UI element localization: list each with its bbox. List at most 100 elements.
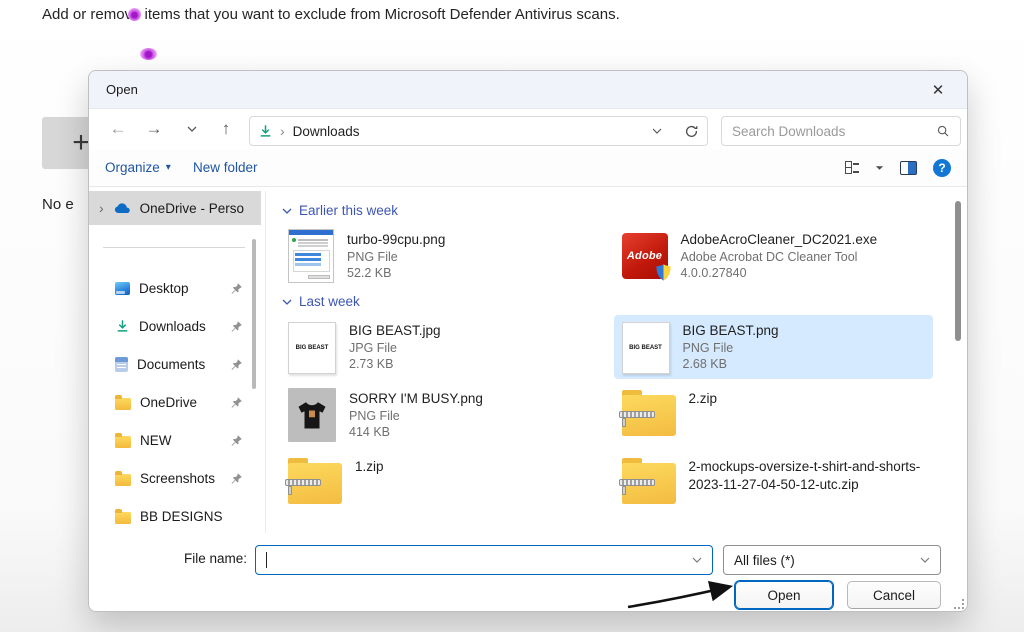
file-size-text: 2.68 KB	[683, 356, 779, 373]
organize-label: Organize	[105, 160, 160, 175]
file-name-text: 2.zip	[689, 390, 718, 408]
pin-icon	[230, 434, 243, 447]
refresh-icon[interactable]	[684, 124, 699, 139]
organize-caret-icon: ▾	[166, 162, 171, 173]
view-controls: ?	[845, 149, 951, 186]
search-icon	[936, 124, 950, 138]
folder-icon	[115, 512, 131, 524]
folder-icon	[115, 474, 131, 486]
sidebar-item-onedrive[interactable]: OneDrive	[99, 387, 251, 417]
file-name-text: 1.zip	[355, 458, 384, 476]
file-name-input[interactable]	[255, 545, 713, 575]
file-list: Earlier this week turbo-99cpu.pngPNG File…	[265, 191, 951, 533]
file-name-text: SORRY I'M BUSY.png	[349, 390, 483, 408]
sidebar-item-documents[interactable]: Documents	[99, 349, 251, 379]
sidebar-item-desktop[interactable]: Desktop	[99, 273, 251, 303]
help-icon[interactable]: ?	[933, 159, 951, 177]
address-bar[interactable]: › Downloads	[249, 116, 708, 146]
organize-button[interactable]: Organize ▾	[105, 149, 171, 186]
forward-button[interactable]: →	[139, 115, 169, 143]
file-item[interactable]: 2-mockups-oversize-t-shirt-and-shorts-20…	[614, 451, 934, 515]
sidebar-item-new[interactable]: NEW	[99, 425, 251, 455]
group-label: Earlier this week	[299, 203, 398, 218]
onedrive-cloud-icon	[112, 202, 132, 215]
breadcrumb-location[interactable]: Downloads	[293, 124, 360, 139]
close-icon: ✕	[932, 81, 945, 99]
new-folder-button[interactable]: New folder	[193, 149, 258, 186]
file-type-text: PNG File	[683, 340, 779, 357]
file-item[interactable]: AdobeAdobeAcroCleaner_DC2021.exeAdobe Ac…	[614, 224, 934, 288]
view-options-icon[interactable]	[845, 161, 859, 174]
close-button[interactable]: ✕	[917, 74, 959, 106]
file-thumbnail-image: BIG BEAST	[622, 322, 670, 374]
file-thumbnail-adobe: Adobe	[622, 233, 668, 279]
file-item[interactable]: 1.zip	[280, 451, 600, 515]
page-description: Add or remove items that you want to exc…	[42, 6, 620, 23]
sidebar-item-label: BB DESIGNS	[140, 509, 223, 524]
recent-locations-button[interactable]	[177, 115, 207, 143]
file-item[interactable]: BIG BEASTBIG BEAST.jpgJPG File2.73 KB	[280, 315, 600, 379]
file-type-text: JPG File	[349, 340, 441, 357]
text-caret	[266, 552, 267, 568]
new-folder-label: New folder	[193, 160, 258, 175]
sidebar-item-onedrive-personal[interactable]: › OneDrive - Perso	[89, 191, 261, 225]
search-input[interactable]	[732, 124, 936, 139]
pin-icon	[230, 472, 243, 485]
file-type-text: PNG File	[347, 249, 445, 266]
up-button[interactable]: ↑	[211, 115, 241, 143]
pin-icon	[230, 358, 243, 371]
view-caret-icon[interactable]	[875, 165, 884, 171]
back-icon: ←	[110, 119, 127, 139]
navigation-sidebar: › OneDrive - Perso Desktop Downloads Docum…	[89, 187, 261, 533]
group-header[interactable]: Earlier this week	[282, 203, 933, 218]
file-item[interactable]: turbo-99cpu.pngPNG File52.2 KB	[280, 224, 600, 288]
sidebar-item-label: Downloads	[139, 319, 206, 334]
sidebar-item-label: Desktop	[139, 281, 189, 296]
group-chevron-icon	[282, 208, 292, 214]
filetype-dropdown-icon	[920, 557, 930, 563]
desktop-icon	[115, 282, 130, 295]
file-thumbnail-image: BIG BEAST	[288, 322, 336, 374]
resize-grip[interactable]	[954, 599, 964, 609]
dialog-title: Open	[106, 71, 138, 109]
group-header[interactable]: Last week	[282, 294, 933, 309]
file-item[interactable]: 2.zip	[614, 383, 934, 447]
file-name-text: 2-mockups-oversize-t-shirt-and-shorts-20…	[689, 458, 926, 493]
breadcrumb-separator: ›	[280, 123, 285, 139]
address-dropdown-icon[interactable]	[652, 128, 662, 134]
file-thumbnail-screenshot	[288, 229, 334, 283]
forward-icon: →	[146, 119, 163, 139]
file-item[interactable]: BIG BEAST BIG BEAST.pngPNG File2.68 KB	[614, 315, 934, 379]
open-button[interactable]: Open	[735, 581, 833, 609]
file-thumbnail-zip	[288, 458, 342, 504]
file-type-text: Adobe Acrobat DC Cleaner Tool	[681, 249, 878, 266]
sidebar-item-label: OneDrive	[140, 395, 197, 410]
sidebar-item-downloads[interactable]: Downloads	[99, 311, 251, 341]
preview-pane-icon[interactable]	[900, 161, 917, 175]
filename-dropdown-icon[interactable]	[692, 557, 702, 563]
sidebar-item-bb-designs[interactable]: BB DESIGNS	[99, 501, 251, 531]
file-type-value: All files (*)	[734, 553, 795, 568]
sidebar-scrollbar[interactable]	[252, 239, 256, 389]
file-name-text: BIG BEAST.jpg	[349, 322, 441, 340]
sidebar-item-label: NEW	[140, 433, 172, 448]
expander-icon[interactable]: ›	[99, 200, 104, 216]
dialog-footer: File name: All files (*) Open Cancel	[89, 533, 968, 612]
file-name-text: BIG BEAST.png	[683, 322, 779, 340]
sidebar-item-screenshots[interactable]: Screenshots	[99, 463, 251, 493]
folder-icon	[115, 436, 131, 448]
sidebar-item-label: Screenshots	[140, 471, 215, 486]
search-box[interactable]	[721, 116, 961, 146]
chevron-down-icon	[187, 126, 197, 132]
dialog-titlebar[interactable]: Open ✕	[89, 71, 967, 109]
file-item[interactable]: SORRY I'M BUSY.pngPNG File414 KB	[280, 383, 600, 447]
sidebar-root-label: OneDrive - Perso	[140, 201, 244, 216]
file-size-text: 52.2 KB	[347, 265, 445, 282]
group-chevron-icon	[282, 299, 292, 305]
downloads-location-icon	[258, 124, 273, 139]
cancel-button[interactable]: Cancel	[847, 581, 941, 609]
back-button[interactable]: ←	[103, 115, 133, 143]
folder-icon	[115, 398, 131, 410]
file-type-select[interactable]: All files (*)	[723, 545, 941, 575]
file-list-scrollbar[interactable]	[955, 193, 961, 529]
